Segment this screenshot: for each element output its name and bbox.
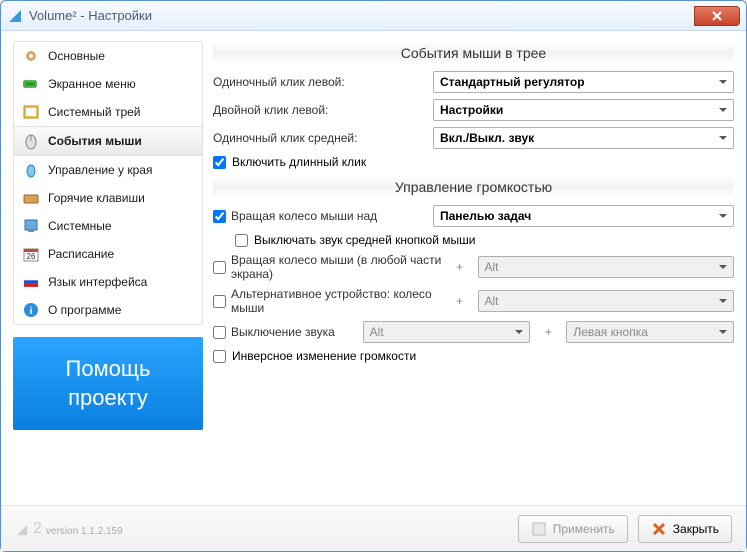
promo-line2: проекту	[68, 385, 148, 410]
sidebar-item-label: Системные	[48, 219, 112, 233]
select-alt-device-mod[interactable]: Alt	[478, 290, 735, 312]
apply-button[interactable]: Применить	[518, 515, 628, 543]
select-mute-btn[interactable]: Левая кнопка	[566, 321, 734, 343]
apply-icon	[531, 521, 547, 537]
select-single-left[interactable]: Стандартный регулятор	[433, 71, 734, 93]
row-double-left: Двойной клик левой: Настройки	[213, 99, 734, 121]
checkbox-alt-device[interactable]	[213, 295, 226, 308]
promo-line1: Помощь	[66, 356, 151, 381]
label-wheel-anywhere: Вращая колесо мыши (в любой части экрана…	[231, 253, 442, 281]
svg-text:26: 26	[27, 252, 36, 261]
label-long-click: Включить длинный клик	[232, 155, 366, 169]
sidebar-item-label: Основные	[48, 49, 105, 63]
checkbox-mute[interactable]	[213, 326, 226, 339]
sidebar-item-about[interactable]: i О программе	[14, 296, 202, 324]
info-icon: i	[22, 301, 40, 319]
close-button[interactable]	[694, 6, 740, 26]
sidebar-item-edge[interactable]: Управление у края	[14, 156, 202, 184]
close-icon	[651, 521, 667, 537]
sidebar-item-label: Системный трей	[48, 105, 141, 119]
footer: 2 version 1.1.2.159 Применить Закрыть	[1, 505, 746, 551]
row-wheel-anywhere: Вращая колесо мыши (в любой части экрана…	[213, 253, 734, 281]
label-double-left: Двойной клик левой:	[213, 103, 423, 117]
select-double-left[interactable]: Настройки	[433, 99, 734, 121]
help-project-banner[interactable]: Помощь проекту	[13, 337, 203, 430]
plus-icon: +	[452, 260, 468, 274]
content: События мыши в трее Одиночный клик левой…	[213, 41, 734, 505]
sidebar-item-label: События мыши	[48, 134, 142, 148]
svg-text:i: i	[30, 306, 33, 317]
checkbox-mute-middle[interactable]	[235, 234, 248, 247]
sidebar-item-language[interactable]: Язык интерфейса	[14, 268, 202, 296]
sidebar-item-system[interactable]: Системные	[14, 212, 202, 240]
label-mute-middle: Выключать звук средней кнопкой мыши	[254, 233, 475, 247]
edge-icon	[22, 161, 40, 179]
section-tray-title: События мыши в трее	[213, 41, 734, 65]
row-mute-middle: Выключать звук средней кнопкой мыши	[235, 233, 734, 247]
row-long-click: Включить длинный клик	[213, 155, 734, 169]
label-single-middle: Одиночный клик средней:	[213, 131, 423, 145]
label-single-left: Одиночный клик левой:	[213, 75, 423, 89]
flag-icon	[22, 273, 40, 291]
sidebar: Основные Экранное меню Системный трей Со…	[13, 41, 203, 505]
checkbox-wheel-anywhere[interactable]	[213, 261, 226, 274]
calendar-icon: 26	[22, 245, 40, 263]
label-wheel-over: Вращая колесо мыши над	[231, 209, 377, 223]
select-wheel-anywhere-mod[interactable]: Alt	[478, 256, 735, 278]
sidebar-item-label: Управление у края	[48, 163, 152, 177]
app-icon	[7, 8, 23, 24]
version-label: 2 version 1.1.2.159	[15, 521, 508, 537]
select-wheel-over[interactable]: Панелью задач	[433, 205, 734, 227]
row-mute: Выключение звука Alt + Левая кнопка	[213, 321, 734, 343]
app-icon-small	[15, 523, 29, 537]
sidebar-item-tray[interactable]: Системный трей	[14, 98, 202, 126]
close-button-footer[interactable]: Закрыть	[638, 515, 732, 543]
sidebar-item-label: Язык интерфейса	[48, 275, 147, 289]
label-inverse: Инверсное изменение громкости	[232, 349, 416, 363]
label-alt-device: Альтернативное устройство: колесо мыши	[231, 287, 442, 315]
sidebar-item-label: О программе	[48, 303, 121, 317]
titlebar: Volume² - Настройки	[1, 1, 746, 31]
nav: Основные Экранное меню Системный трей Со…	[13, 41, 203, 325]
sidebar-item-hotkeys[interactable]: Горячие клавиши	[14, 184, 202, 212]
battery-icon	[22, 75, 40, 93]
sidebar-item-osd[interactable]: Экранное меню	[14, 70, 202, 98]
row-single-left: Одиночный клик левой: Стандартный регуля…	[213, 71, 734, 93]
checkbox-wheel-over[interactable]	[213, 210, 226, 223]
select-single-middle[interactable]: Вкл./Выкл. звук	[433, 127, 734, 149]
mouse-icon	[22, 132, 40, 150]
close-icon	[712, 11, 722, 21]
select-mute-mod[interactable]: Alt	[363, 321, 531, 343]
section-volume-title: Управление громкостью	[213, 175, 734, 199]
plus-icon: +	[540, 325, 556, 339]
system-icon	[22, 217, 40, 235]
row-single-middle: Одиночный клик средней: Вкл./Выкл. звук	[213, 127, 734, 149]
checkbox-long-click[interactable]	[213, 156, 226, 169]
plus-icon: +	[452, 294, 468, 308]
window: Volume² - Настройки Основные Экранное ме…	[0, 0, 747, 552]
version-2: 2	[33, 521, 42, 537]
row-alt-device: Альтернативное устройство: колесо мыши +…	[213, 287, 734, 315]
row-wheel-over: Вращая колесо мыши над Панелью задач	[213, 205, 734, 227]
checkbox-inverse[interactable]	[213, 350, 226, 363]
sidebar-item-label: Горячие клавиши	[48, 191, 145, 205]
sidebar-item-schedule[interactable]: 26 Расписание	[14, 240, 202, 268]
window-title: Volume² - Настройки	[29, 8, 694, 23]
gear-icon	[22, 47, 40, 65]
tray-icon	[22, 103, 40, 121]
sidebar-item-label: Экранное меню	[48, 77, 136, 91]
body: Основные Экранное меню Системный трей Со…	[1, 31, 746, 505]
sidebar-item-general[interactable]: Основные	[14, 42, 202, 70]
label-mute: Выключение звука	[231, 325, 335, 339]
sidebar-item-mouse-events[interactable]: События мыши	[14, 126, 202, 156]
keyboard-icon	[22, 189, 40, 207]
row-inverse: Инверсное изменение громкости	[213, 349, 734, 363]
sidebar-item-label: Расписание	[48, 247, 114, 261]
